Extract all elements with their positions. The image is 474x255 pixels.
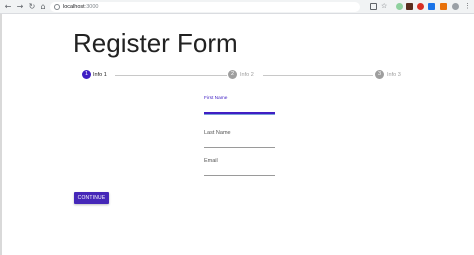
page-title: Register Form [73, 28, 238, 58]
stepper: 1 Info 1 2 Info 2 3 Info 3 [80, 69, 401, 81]
step-connector [115, 74, 227, 76]
extension-red-icon[interactable] [417, 3, 424, 10]
step-connector [263, 74, 373, 76]
step-3-label[interactable]: Info 3 [387, 71, 401, 79]
continue-button[interactable]: CONTINUE [74, 192, 109, 204]
left-border [0, 14, 2, 255]
menu-icon[interactable]: ⋮ [464, 3, 471, 10]
email-input[interactable] [204, 165, 275, 175]
address-bar[interactable]: localhost:3000 [50, 2, 360, 12]
bookmark-star-icon[interactable]: ☆ [381, 3, 388, 10]
extension-orange-icon[interactable] [440, 3, 447, 10]
browser-toolbar: ← → ↻ ⌂ localhost:3000 ☆ ⋮ [0, 0, 474, 14]
extension-blue-icon[interactable] [428, 3, 435, 10]
url-text: localhost:3000 [63, 4, 99, 10]
step-1-icon[interactable]: 1 [82, 70, 91, 79]
step-2-label[interactable]: Info 2 [240, 71, 254, 79]
back-icon[interactable]: ← [3, 2, 13, 12]
extension-dark-icon[interactable] [406, 3, 413, 10]
profile-avatar-icon[interactable] [452, 3, 459, 10]
email-underline [204, 175, 275, 176]
last-name-field: Last Name [204, 130, 275, 148]
first-name-underline-secondary [204, 114, 275, 115]
step-1-label[interactable]: Info 1 [93, 71, 107, 79]
last-name-label: Last Name [204, 130, 231, 136]
step-2-icon[interactable]: 2 [228, 70, 237, 79]
forward-icon[interactable]: → [15, 2, 25, 12]
email-field: Email [204, 158, 275, 176]
first-name-input[interactable] [204, 102, 275, 112]
step-3-icon[interactable]: 3 [375, 70, 384, 79]
reload-icon[interactable]: ↻ [27, 2, 37, 12]
first-name-field: First Name [204, 95, 275, 115]
info-icon[interactable] [54, 4, 60, 10]
home-icon[interactable]: ⌂ [38, 2, 48, 12]
last-name-input[interactable] [204, 137, 275, 147]
email-label: Email [204, 158, 218, 164]
extension-green-icon[interactable] [396, 3, 403, 10]
first-name-label: First Name [204, 96, 228, 101]
last-name-underline [204, 147, 275, 148]
translate-icon[interactable] [370, 3, 377, 10]
